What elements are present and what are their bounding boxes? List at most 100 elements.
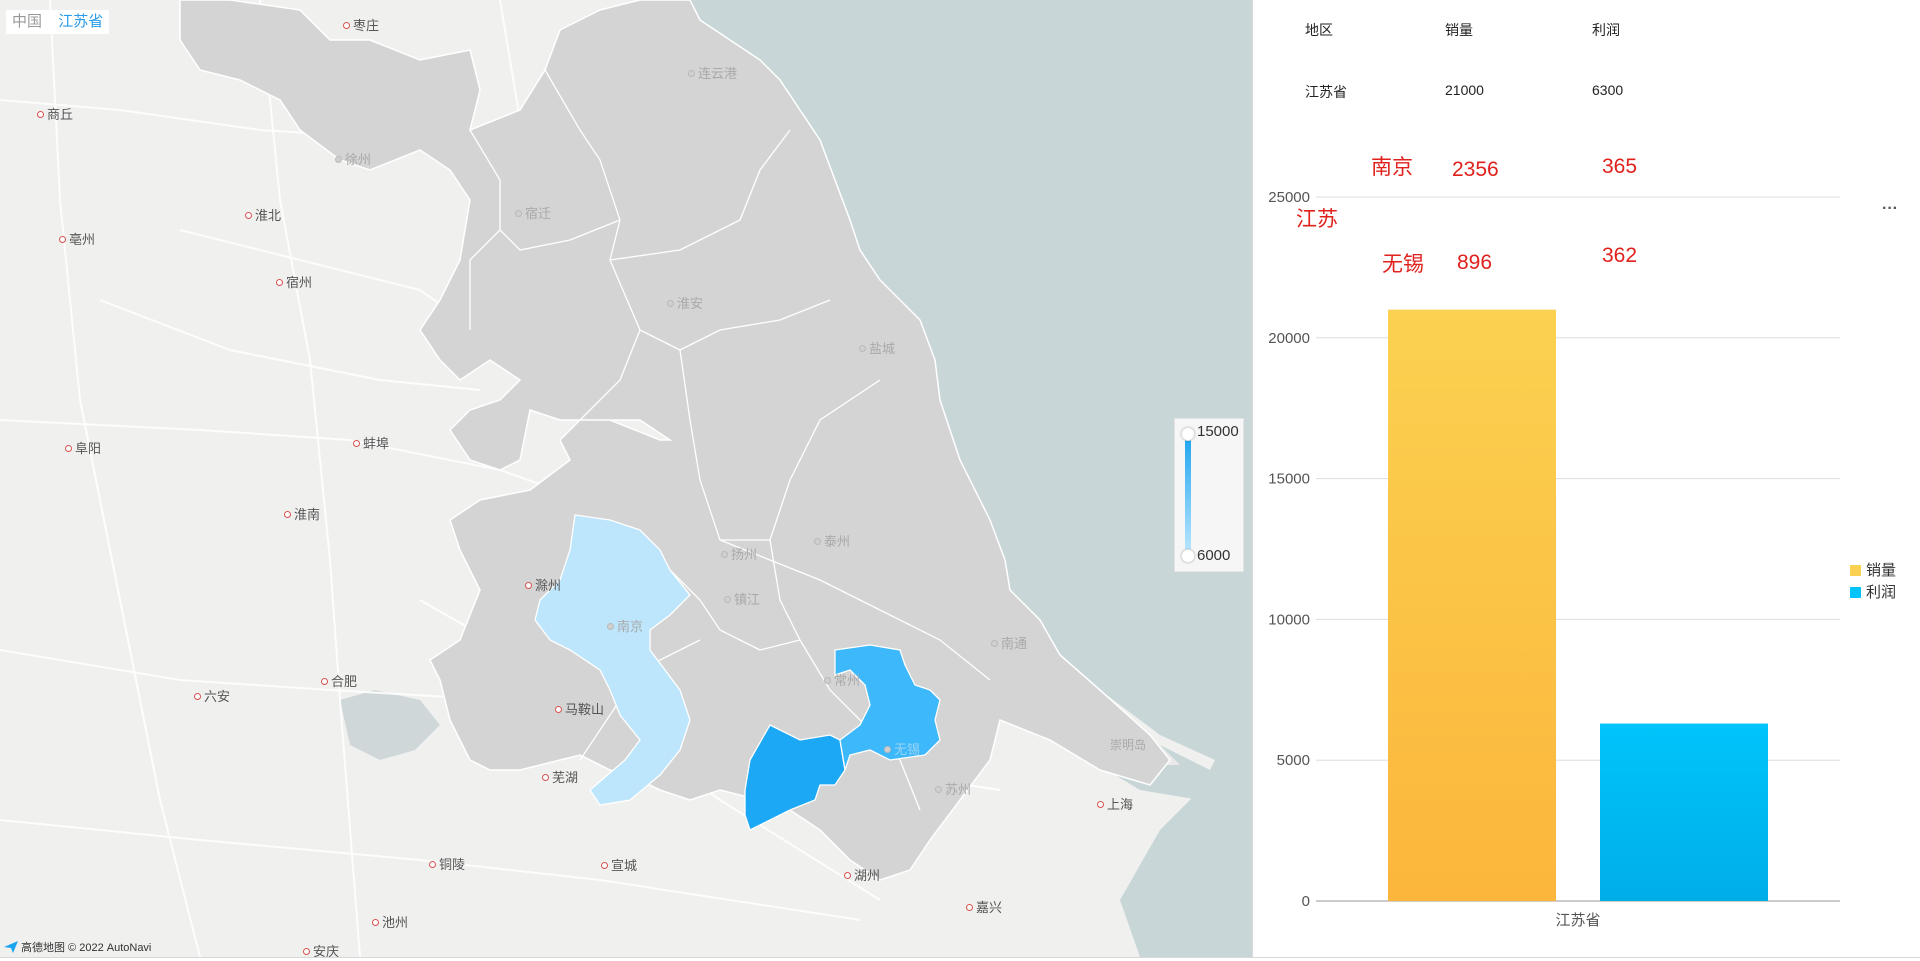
map-canvas[interactable] [0, 0, 1252, 957]
header-sales: 销量 [1445, 22, 1473, 38]
annotation-nanjing-profit: 365 [1602, 155, 1638, 178]
city-dot-icon [824, 677, 831, 684]
city-label-zhenjiang: 镇江 [724, 593, 760, 607]
city-dot-icon [966, 904, 973, 911]
summary-table-row: 江苏省 21000 6300 [1253, 82, 1920, 102]
app-root: 中国 江苏省 枣庄 商丘 淮北 亳州 宿州 阜阳 蚌埠 淮南 滁州 六安 合肥 … [0, 0, 1920, 961]
city-label-nantong: 南通 [991, 637, 1027, 651]
map-attribution: 高德地图 © 2022 AutoNavi [4, 939, 151, 955]
city-dot-icon [721, 551, 728, 558]
city-label-yancheng: 盐城 [859, 342, 895, 356]
legend-item-利润[interactable]: 利润 [1850, 582, 1896, 604]
legend-swatch [1850, 587, 1861, 598]
city-dot-icon [303, 948, 310, 955]
city-dot-icon [353, 440, 360, 447]
annotation-nanjing-sales: 2356 [1452, 158, 1499, 181]
city-dot-icon [724, 596, 731, 603]
city-label-jiaxing: 嘉兴 [966, 901, 1002, 915]
city-label-tongling: 铜陵 [429, 858, 465, 872]
annotation-wuxi-name: 无锡 [1382, 253, 1424, 276]
city-label-xuzhou: 徐州 [335, 153, 371, 167]
visual-map-legend: 15000 6000 [1174, 418, 1244, 572]
bar-利润[interactable] [1600, 723, 1768, 901]
city-label-suzhou: 苏州 [935, 783, 971, 797]
city-label-xuancheng: 宣城 [601, 859, 637, 873]
legend-swatch [1850, 565, 1861, 576]
city-label-anqing: 安庆 [303, 945, 339, 957]
map-panel[interactable]: 中国 江苏省 枣庄 商丘 淮北 亳州 宿州 阜阳 蚌埠 淮南 滁州 六安 合肥 … [0, 0, 1252, 957]
legend-gradient-bar[interactable] [1185, 433, 1191, 555]
breadcrumb: 中国 江苏省 [6, 10, 110, 34]
legend-max-label: 15000 [1197, 423, 1239, 440]
city-label-huzhou: 湖州 [844, 869, 880, 883]
city-label-chongming: 崇明岛 [1110, 738, 1147, 752]
legend-max-handle[interactable] [1181, 427, 1195, 441]
city-dot-icon [601, 862, 608, 869]
city-label-huaian: 淮安 [667, 297, 703, 311]
city-dot-icon [372, 919, 379, 926]
header-region: 地区 [1305, 22, 1333, 38]
city-label-shanghai: 上海 [1097, 798, 1133, 812]
cell-region: 江苏省 [1305, 84, 1347, 100]
city-dot-icon [688, 70, 695, 77]
header-profit: 利润 [1592, 22, 1620, 38]
chart-legend: 销量利润 [1850, 560, 1896, 604]
city-label-huainan: 淮南 [284, 508, 320, 522]
city-dot-icon [37, 111, 44, 118]
city-dot-icon [59, 236, 66, 243]
amap-logo-icon [4, 941, 18, 953]
city-dot-icon [245, 212, 252, 219]
city-dot-icon [515, 210, 522, 217]
city-dot-icon [65, 445, 72, 452]
city-label-changzhou: 常州 [824, 674, 860, 688]
city-label-chizhou: 池州 [372, 916, 408, 930]
annotation-province-name: 江苏 [1296, 208, 1338, 231]
city-label-bozhou: 亳州 [59, 233, 95, 247]
city-label-maanshan: 马鞍山 [555, 703, 604, 717]
city-dot-icon [276, 279, 283, 286]
legend-label: 利润 [1866, 584, 1897, 601]
city-dot-icon [935, 786, 942, 793]
city-label-suqian: 宿迁 [515, 207, 551, 221]
city-dot-icon [844, 872, 851, 879]
city-dot-icon [884, 746, 891, 753]
city-label-luan: 六安 [194, 690, 230, 704]
data-panel: 地区 销量 利润 江苏省 21000 6300 [1253, 0, 1920, 957]
city-dot-icon [343, 22, 350, 29]
city-label-huaibei: 淮北 [245, 209, 281, 223]
breadcrumb-jiangsu-link[interactable]: 江苏省 [58, 13, 103, 30]
city-label-chuzhou: 滁州 [525, 579, 561, 593]
city-label-nanjing[interactable]: 南京 [607, 620, 643, 634]
annotation-wuxi-profit: 362 [1602, 244, 1638, 267]
city-label-fuyang: 阜阳 [65, 442, 101, 456]
breadcrumb-china-link[interactable]: 中国 [12, 13, 42, 30]
city-label-wuhu: 芜湖 [542, 771, 578, 785]
city-dot-icon [814, 538, 821, 545]
summary-table-header: 地区 销量 利润 [1253, 20, 1920, 40]
city-label-wuxi[interactable]: 无锡 [884, 743, 920, 757]
chaohu-lake [340, 690, 440, 760]
city-label-hefei: 合肥 [321, 675, 357, 689]
bar-销量[interactable] [1388, 309, 1556, 901]
city-dot-icon [194, 693, 201, 700]
bottom-border [0, 957, 1920, 958]
city-dot-icon [525, 582, 532, 589]
city-dot-icon [991, 640, 998, 647]
city-dot-icon [321, 678, 328, 685]
more-icon[interactable]: ··· [1882, 200, 1898, 218]
city-dot-icon [284, 511, 291, 518]
attribution-text: 高德地图 © 2022 AutoNavi [21, 942, 152, 954]
legend-item-销量[interactable]: 销量 [1850, 560, 1896, 582]
legend-min-handle[interactable] [1181, 549, 1195, 563]
cell-sales: 21000 [1445, 82, 1484, 98]
city-label-bengbu: 蚌埠 [353, 437, 389, 451]
city-label-lianyungang: 连云港 [688, 67, 737, 81]
city-dot-icon [335, 156, 342, 163]
city-dot-icon [667, 300, 674, 307]
city-dot-icon [859, 345, 866, 352]
cell-profit: 6300 [1592, 82, 1624, 98]
city-label-shangqiu: 商丘 [37, 108, 73, 122]
city-label-zaozhuang: 枣庄 [343, 19, 379, 33]
city-dot-icon [429, 861, 436, 868]
city-label-suzhou-ah: 宿州 [276, 276, 312, 290]
